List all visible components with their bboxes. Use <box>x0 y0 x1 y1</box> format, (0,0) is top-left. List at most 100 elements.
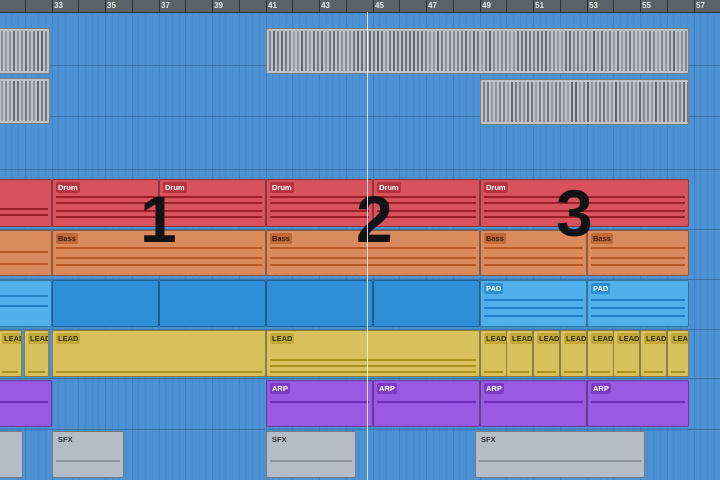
ruler-tick <box>533 0 534 12</box>
pad-region[interactable]: PAD <box>480 280 587 327</box>
waveform-slice <box>277 31 279 71</box>
playhead[interactable] <box>367 12 368 480</box>
arp-region[interactable]: ARP <box>480 380 587 427</box>
ruler-tick <box>292 0 293 12</box>
waveform-slice <box>313 31 315 71</box>
lead-region[interactable]: LEAD <box>640 330 667 377</box>
region-notes <box>2 371 18 373</box>
region-notes <box>0 208 48 210</box>
ruler-tick <box>587 0 588 12</box>
pad-region[interactable] <box>52 280 159 327</box>
waveform-slice <box>37 81 39 121</box>
waveform-slice <box>481 31 483 71</box>
sfx-region[interactable]: SFX <box>52 431 124 478</box>
region-notes <box>591 299 685 301</box>
lead-region-label: LEAD <box>671 333 688 344</box>
lead-region-label: LEAD <box>484 333 507 344</box>
waveform-slice <box>425 31 427 71</box>
lead-region[interactable]: LEAD <box>24 330 49 377</box>
waveform-slice <box>611 82 613 122</box>
pad-region[interactable] <box>159 280 266 327</box>
waveform-slice <box>659 82 661 122</box>
waveform-slice <box>13 81 15 121</box>
waveform-slice <box>625 31 627 71</box>
arp-region[interactable]: ARP <box>587 380 689 427</box>
waveform-slice <box>605 31 607 71</box>
waveform-slice <box>601 31 603 71</box>
track-separator <box>0 169 720 170</box>
waveform-slice <box>297 31 299 71</box>
lead-region[interactable]: LEAD <box>667 330 689 377</box>
waveform-slice <box>517 31 519 71</box>
arp-region[interactable]: ARP <box>373 380 480 427</box>
sfx-region[interactable]: SFX <box>475 431 645 478</box>
region-notes <box>270 359 476 361</box>
waveform-slice <box>669 31 671 71</box>
timeline-ruler[interactable]: 33 35 37 39 41 43 45 47 49 51 53 55 57 <box>0 0 720 13</box>
waveform-slice <box>1 31 3 71</box>
drum-region-label: Drum <box>56 182 80 193</box>
waveform-slice <box>549 31 551 71</box>
waveform-slice <box>645 31 647 71</box>
pad-region[interactable] <box>373 280 480 327</box>
waveform-slice <box>341 31 343 71</box>
lead-region[interactable]: LEAD <box>613 330 640 377</box>
waveform-slice <box>543 82 545 122</box>
bass-region[interactable] <box>0 230 52 276</box>
sfx-region[interactable]: SFX <box>266 431 356 478</box>
audio-region[interactable] <box>480 79 689 125</box>
lead-region[interactable]: LEAD <box>560 330 587 377</box>
lead-region[interactable]: LEAD <box>506 330 533 377</box>
pad-region[interactable] <box>0 280 52 327</box>
audio-region[interactable] <box>0 78 50 124</box>
arp-region[interactable]: ARP <box>266 380 373 427</box>
drum-region[interactable] <box>0 179 52 227</box>
region-notes <box>270 196 369 198</box>
arp-region[interactable] <box>0 380 52 427</box>
waveform-slice <box>545 31 547 71</box>
waveform-slice <box>1 81 3 121</box>
waveform-slice <box>25 31 27 71</box>
waveform-slice <box>581 31 583 71</box>
waveform-slice <box>533 31 535 71</box>
waveform-slice <box>567 82 569 122</box>
region-notes <box>617 371 636 373</box>
pad-region[interactable] <box>266 280 373 327</box>
bar-number: 35 <box>107 1 116 10</box>
region-notes <box>56 371 262 373</box>
waveform-slice <box>591 82 593 122</box>
lead-region[interactable]: LEAD <box>587 330 614 377</box>
region-notes <box>671 371 685 373</box>
waveform-slice <box>541 31 543 71</box>
lead-region[interactable]: LEAD <box>533 330 560 377</box>
waveform-slice <box>389 31 391 71</box>
sfx-region[interactable] <box>0 431 23 478</box>
ruler-tick <box>319 0 320 12</box>
grid-line <box>700 13 701 480</box>
region-notes <box>28 371 45 373</box>
waveform-slice <box>537 31 539 71</box>
waveform-slice <box>555 82 557 122</box>
waveform-slice <box>631 82 633 122</box>
audio-region[interactable] <box>0 28 50 74</box>
region-notes <box>484 315 583 317</box>
lead-region[interactable]: LEAD <box>0 330 22 377</box>
waveform-slice <box>599 82 601 122</box>
audio-region[interactable] <box>266 28 689 74</box>
waveform-slice <box>321 31 323 71</box>
lead-region[interactable]: LEAD <box>52 330 266 377</box>
pad-region-label: PAD <box>484 283 504 294</box>
waveform-slice <box>5 81 7 121</box>
waveform-slice <box>565 31 567 71</box>
lead-region[interactable]: LEAD <box>480 330 507 377</box>
waveform-slice <box>547 82 549 122</box>
waveform-slice <box>285 31 287 71</box>
pad-region[interactable]: PAD <box>587 280 689 327</box>
bass-region[interactable]: Bass <box>587 230 689 276</box>
lead-region[interactable]: LEAD <box>266 330 480 377</box>
waveform-slice <box>553 31 555 71</box>
bar-number: 37 <box>161 1 170 10</box>
waveform-slice <box>281 31 283 71</box>
region-notes <box>0 401 48 403</box>
waveform-slice <box>45 31 47 71</box>
